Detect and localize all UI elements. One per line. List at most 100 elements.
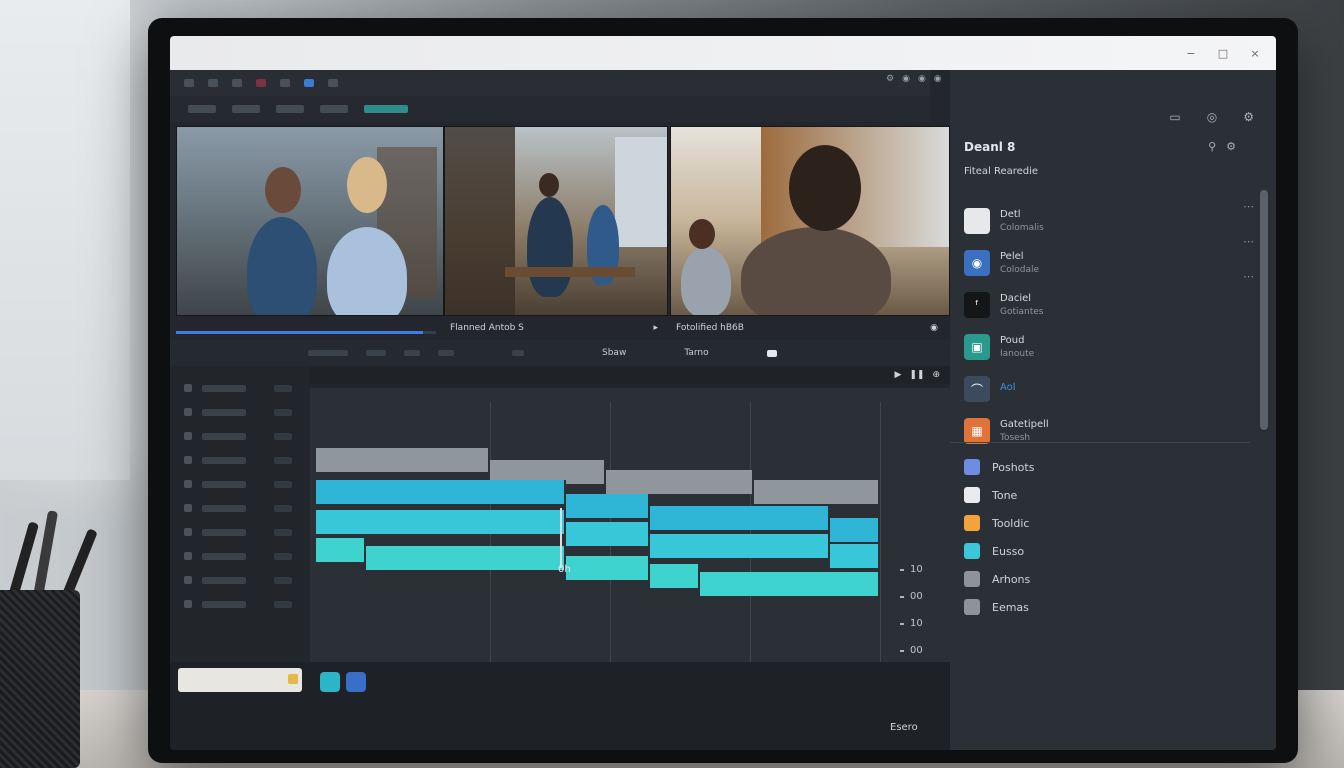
timeline-tab[interactable] — [366, 350, 386, 356]
more-icon[interactable]: ⋯ — [1243, 200, 1254, 213]
menu-item[interactable] — [328, 79, 338, 87]
audio-clip[interactable] — [830, 518, 880, 542]
category-item[interactable]: Tooldic — [964, 514, 1034, 532]
video-clip[interactable] — [316, 448, 490, 472]
viewer-2-menu-icon[interactable]: ▸ — [653, 323, 658, 333]
audio-clip[interactable] — [566, 556, 650, 580]
app-icon[interactable] — [346, 672, 366, 692]
toolbar-button[interactable] — [188, 105, 216, 113]
audio-clip[interactable] — [316, 510, 566, 534]
settings-icon[interactable]: ⚙ — [886, 74, 894, 84]
audio-clip[interactable] — [650, 534, 830, 558]
audio-clip[interactable] — [316, 538, 366, 562]
audio-clip[interactable] — [650, 564, 700, 588]
audio-clip[interactable] — [566, 494, 650, 518]
video-preview-2[interactable] — [444, 126, 668, 316]
track-header[interactable] — [170, 544, 310, 568]
playback-progress-fill — [176, 331, 423, 334]
timeline-tracks[interactable]: 0h 10 00 10 00 10 00 — [310, 388, 950, 710]
track-header[interactable] — [170, 472, 310, 496]
category-item[interactable]: Eemas — [964, 598, 1034, 616]
pause-icon[interactable]: ❚❚ — [909, 370, 924, 380]
level-tick — [900, 595, 904, 598]
timeline-tab[interactable] — [512, 350, 524, 356]
play-icon[interactable]: ▶ — [894, 370, 901, 380]
viewer-2-label: Flanned Antob S — [450, 323, 524, 333]
menu-item[interactable] — [232, 79, 242, 87]
category-item[interactable]: Tone — [964, 486, 1034, 504]
menu-item[interactable] — [256, 79, 266, 87]
toolbar-button[interactable] — [276, 105, 304, 113]
category-swatch — [964, 599, 980, 615]
close-button[interactable]: × — [1248, 46, 1262, 60]
menu-item[interactable] — [184, 79, 194, 87]
timeline-tab[interactable] — [438, 350, 454, 356]
taskbar: Esero — [170, 662, 950, 750]
track-header[interactable] — [170, 496, 310, 520]
filter-icon[interactable]: ⚲ — [1208, 140, 1216, 153]
zoom-icon[interactable]: ⊕ — [932, 370, 940, 380]
track-header[interactable] — [170, 400, 310, 424]
chat-icon[interactable]: ▭ — [1169, 110, 1180, 124]
audio-clip[interactable] — [316, 480, 566, 504]
maximize-button[interactable]: □ — [1216, 46, 1230, 60]
record-icon[interactable]: ◉ — [918, 74, 926, 84]
track-value — [274, 432, 292, 440]
category-item[interactable]: Poshots — [964, 458, 1034, 476]
search-input[interactable] — [178, 668, 302, 692]
track-header[interactable] — [170, 592, 310, 616]
more-icon[interactable]: ⋯ — [1243, 270, 1254, 283]
audio-clip[interactable] — [566, 522, 650, 546]
background-window — [0, 0, 130, 480]
list-item[interactable]: Detl Colomalis — [964, 200, 1224, 242]
asset-name: Gatetipell — [1000, 419, 1049, 430]
list-item[interactable]: ᶠ Daciel Gotiantes — [964, 284, 1224, 326]
list-item[interactable]: ▦ Gatetipell Tosesh — [964, 410, 1224, 452]
toolbar-button-active[interactable] — [364, 105, 408, 113]
timeline-tab[interactable] — [308, 350, 348, 356]
playhead[interactable] — [560, 508, 562, 568]
settings-icon[interactable]: ⚙ — [1243, 110, 1254, 124]
track-header[interactable] — [170, 448, 310, 472]
menu-item[interactable] — [208, 79, 218, 87]
record-icon[interactable]: ◉ — [934, 74, 942, 84]
folder-icon[interactable] — [288, 674, 298, 684]
video-preview-3[interactable] — [670, 126, 950, 316]
category-item[interactable]: Arhons — [964, 570, 1034, 588]
record-icon[interactable]: ◉ — [902, 74, 910, 84]
app-icon[interactable] — [320, 672, 340, 692]
toolbar-button[interactable] — [320, 105, 348, 113]
list-item[interactable]: ◉ Pelel Colodale — [964, 242, 1224, 284]
video-clip[interactable] — [606, 470, 754, 494]
video-preview-1[interactable] — [176, 126, 444, 316]
asset-detail: Gotiantes — [1000, 307, 1044, 317]
person-head-image — [539, 173, 559, 197]
camera-icon[interactable]: ◎ — [1207, 110, 1217, 124]
track-header[interactable] — [170, 568, 310, 592]
settings-icon[interactable]: ⚙ — [1226, 140, 1236, 153]
menu-item-active[interactable] — [304, 79, 314, 87]
asset-thumbnail: ⌒ — [964, 376, 990, 402]
track-name — [202, 504, 246, 512]
more-icon[interactable]: ⋯ — [1243, 235, 1254, 248]
track-header[interactable] — [170, 424, 310, 448]
list-item[interactable]: ▣ Poud Ianoute — [964, 326, 1224, 368]
track-header[interactable] — [170, 520, 310, 544]
playback-progress[interactable] — [176, 331, 436, 334]
audio-clip[interactable] — [830, 544, 880, 568]
video-clip[interactable] — [754, 480, 880, 504]
minimize-button[interactable]: − — [1184, 46, 1198, 60]
audio-clip[interactable] — [650, 506, 830, 530]
menu-item[interactable] — [280, 79, 290, 87]
list-item[interactable]: ⌒ Aol — [964, 368, 1224, 410]
person-head-image — [689, 219, 715, 249]
toolbar-button[interactable] — [232, 105, 260, 113]
viewer-3-settings-icon[interactable]: ◉ — [930, 323, 938, 333]
scrollbar[interactable] — [1260, 190, 1268, 430]
audio-clip[interactable] — [700, 572, 880, 596]
timeline-tab[interactable] — [404, 350, 420, 356]
category-item[interactable]: Eusso — [964, 542, 1034, 560]
marker-icon[interactable] — [766, 349, 777, 357]
track-header[interactable] — [170, 376, 310, 400]
audio-clip[interactable] — [366, 546, 566, 570]
